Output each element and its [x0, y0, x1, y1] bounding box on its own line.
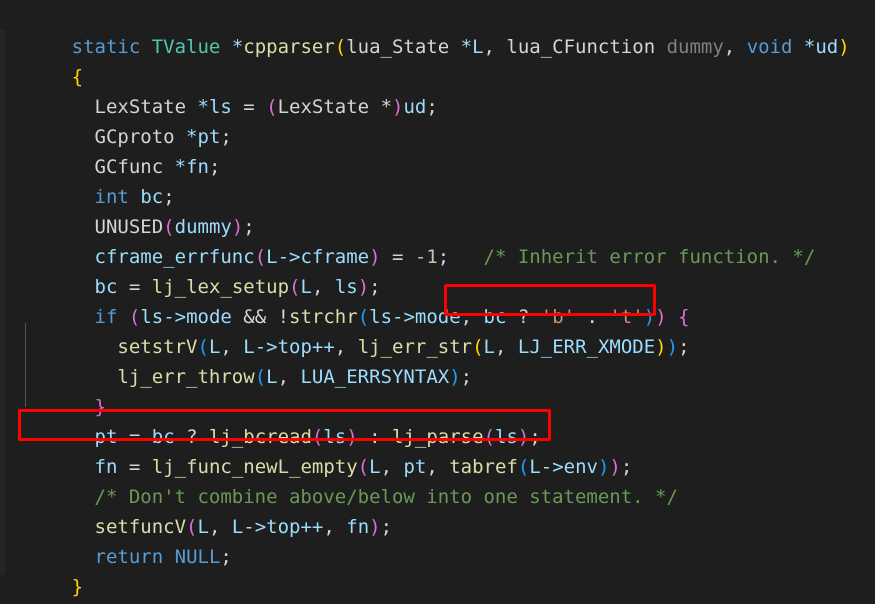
token-brace-close: }: [71, 576, 84, 598]
code-line: GCproto *pt;: [0, 92, 875, 148]
code-line: /* Don't combine above/below into one st…: [0, 452, 875, 508]
code-line: GCfunc *fn;: [0, 122, 875, 178]
code-line: pt = bc ? lj_bcread(ls) : lj_parse(ls);: [0, 392, 875, 448]
code-line: cframe_errfunc(L->cframe) = -1; /* Inher…: [0, 212, 875, 268]
code-content[interactable]: static TValue *cpparser(lua_State *L, lu…: [0, 0, 875, 598]
code-line: }: [0, 542, 875, 598]
code-line: setstrV(L, L->top++, lj_err_str(L, LJ_ER…: [0, 302, 875, 358]
code-line: fn = lj_func_newL_empty(L, pt, tabref(L-…: [0, 422, 875, 478]
code-line: int bc;: [0, 152, 875, 208]
code-line: {: [0, 32, 875, 88]
code-line: LexState *ls = (LexState *)ud;: [0, 62, 875, 118]
code-line: lj_err_throw(L, LUA_ERRSYNTAX);: [0, 332, 875, 388]
code-line: if (ls->mode && !strchr(ls->mode, bc ? '…: [0, 272, 875, 328]
code-line: setfuncV(L, L->top++, fn);: [0, 482, 875, 538]
code-line: static TValue *cpparser(lua_State *L, lu…: [0, 2, 875, 58]
code-editor[interactable]: static TValue *cpparser(lua_State *L, lu…: [0, 0, 875, 604]
code-line: }: [0, 362, 875, 418]
indent-guide-level-1: [25, 323, 26, 407]
code-line: UNUSED(dummy);: [0, 182, 875, 238]
code-line: bc = lj_lex_setup(L, ls);: [0, 242, 875, 298]
code-line: return NULL;: [0, 512, 875, 568]
